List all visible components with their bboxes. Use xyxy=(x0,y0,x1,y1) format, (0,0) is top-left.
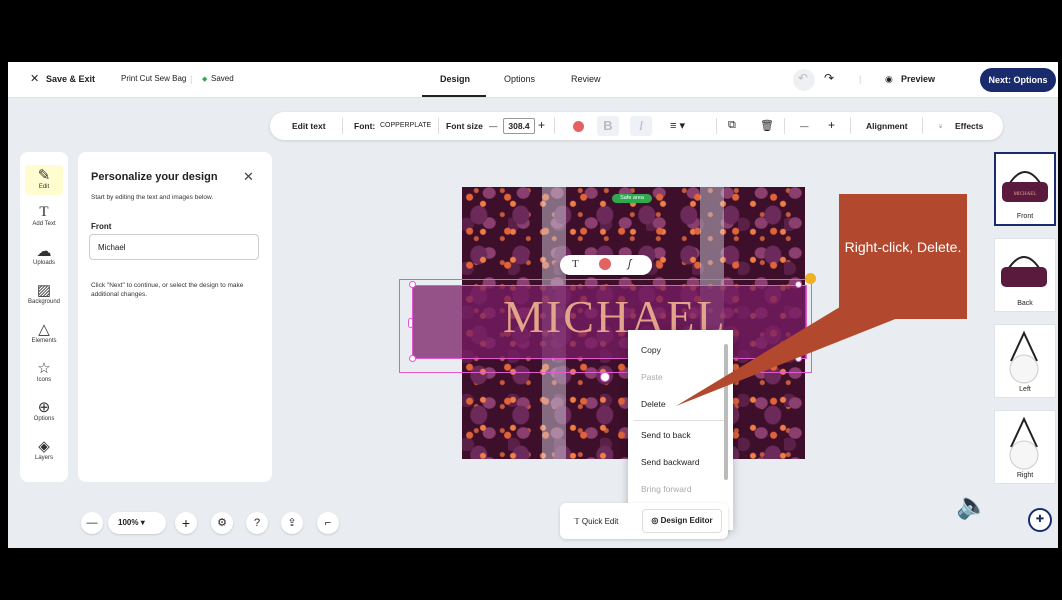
gear-icon[interactable]: ⚙ xyxy=(211,512,233,534)
bag-back-icon xyxy=(1001,256,1047,287)
view-thumb-right[interactable]: Right xyxy=(994,410,1056,484)
zoom-value: 100% xyxy=(118,518,139,527)
svg-text:MICHAEL: MICHAEL xyxy=(1014,192,1037,197)
help-icon[interactable]: ? xyxy=(246,512,268,534)
view-thumb-front[interactable]: MICHAEL Front xyxy=(994,152,1056,226)
instruction-callout: Right-click, Delete. xyxy=(839,194,967,319)
design-editor-label: Design Editor xyxy=(660,516,713,525)
editor-mode-toggle: 𝕋 Quick Edit ◎ Design Editor xyxy=(560,503,728,539)
zoom-select[interactable]: 100% ▾ xyxy=(108,512,166,534)
zoom-in-button[interactable]: + xyxy=(175,512,197,534)
share-icon[interactable]: ⇪ xyxy=(281,512,303,534)
editor-app: ✕ Save & Exit Print Cut Sew Bag | ◆ Save… xyxy=(8,62,1058,548)
bag-right-icon xyxy=(1009,416,1039,470)
design-editor-button[interactable]: ◎ Design Editor xyxy=(642,509,722,533)
quick-edit-label: Quick Edit xyxy=(581,517,619,526)
quick-edit-button[interactable]: 𝕋 Quick Edit xyxy=(574,517,618,526)
view-label: Left xyxy=(1019,386,1031,393)
view-label: Front xyxy=(1016,213,1034,220)
speaker-icon[interactable]: 🔈 xyxy=(956,490,988,521)
view-label: Right xyxy=(1016,472,1034,479)
view-thumb-back[interactable]: Back xyxy=(994,238,1056,312)
crop-icon[interactable]: ⌐ xyxy=(317,512,339,534)
bag-front-icon: MICHAEL xyxy=(1002,171,1048,202)
view-thumb-left[interactable]: Left xyxy=(994,324,1056,398)
view-label: Back xyxy=(1017,300,1033,307)
bag-left-icon xyxy=(1009,330,1039,384)
chat-icon[interactable]: ✚ xyxy=(1028,508,1052,532)
zoom-out-button[interactable]: — xyxy=(81,512,103,534)
